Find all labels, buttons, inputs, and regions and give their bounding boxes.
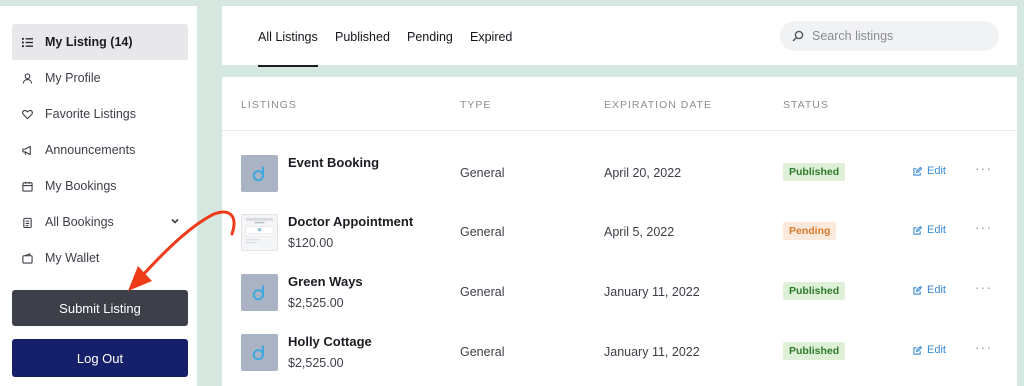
edit-label: Edit	[927, 224, 946, 236]
status-badge: Published	[783, 163, 846, 181]
edit-icon	[913, 166, 922, 176]
tab-pending[interactable]: Pending	[407, 30, 453, 44]
tab-all-listings[interactable]: All Listings	[258, 30, 318, 67]
more-options-icon[interactable]: ···	[975, 160, 992, 176]
listing-logo-icon	[252, 166, 264, 181]
list-icon	[20, 35, 34, 49]
listing-expiration: April 5, 2022	[604, 225, 675, 239]
listing-type: General	[460, 285, 505, 299]
search-box[interactable]	[780, 21, 999, 51]
status-badge: Pending	[783, 222, 837, 240]
edit-link[interactable]: Edit	[913, 344, 946, 356]
tab-expired[interactable]: Expired	[470, 30, 512, 44]
edit-icon	[913, 225, 922, 235]
listing-thumbnail[interactable]	[241, 334, 278, 371]
column-header-expiration: EXPIRATION DATE	[604, 99, 712, 111]
listing-type: General	[460, 225, 505, 239]
listing-type: General	[460, 166, 505, 180]
sidebar-item-label: All Bookings	[45, 215, 114, 229]
table-row: Doctor Appointment $120.00 General April…	[222, 214, 1017, 274]
edit-icon	[913, 285, 922, 295]
more-options-icon[interactable]: ···	[975, 219, 992, 235]
log-out-button[interactable]: Log Out	[12, 339, 188, 377]
listing-thumbnail[interactable]	[241, 214, 278, 251]
edit-label: Edit	[927, 344, 946, 356]
heart-icon	[20, 107, 34, 121]
sidebar-item-all-bookings[interactable]: All Bookings	[12, 204, 188, 240]
sidebar-item-label: Favorite Listings	[45, 107, 137, 121]
edit-label: Edit	[927, 284, 946, 296]
listing-expiration: January 11, 2022	[604, 285, 700, 299]
sidebar-item-label: My Wallet	[45, 251, 100, 265]
listing-thumbnail[interactable]	[241, 274, 278, 311]
sidebar-item-favorite-listings[interactable]: Favorite Listings	[12, 96, 188, 132]
listing-thumbnail[interactable]	[241, 155, 278, 192]
header-divider	[222, 130, 1017, 131]
status-badge: Published	[783, 282, 846, 300]
listing-tabs-bar: All Listings Published Pending Expired	[222, 6, 1017, 67]
sidebar-item-announcements[interactable]: Announcements	[12, 132, 188, 168]
listing-preview-image	[245, 217, 274, 244]
sidebar-item-my-listing[interactable]: My Listing (14)	[12, 24, 188, 60]
sidebar-item-my-bookings[interactable]: My Bookings	[12, 168, 188, 204]
search-icon	[792, 30, 804, 42]
edit-label: Edit	[927, 165, 946, 177]
table-row: Holly Cottage $2,525.00 General January …	[222, 334, 1017, 386]
sidebar-item-my-profile[interactable]: My Profile	[12, 60, 188, 96]
column-header-listings: LISTINGS	[241, 99, 297, 111]
status-badge: Published	[783, 342, 846, 360]
user-icon	[20, 71, 34, 85]
edit-link[interactable]: Edit	[913, 224, 946, 236]
calendar-icon	[20, 179, 34, 193]
sidebar-item-label: My Bookings	[45, 179, 117, 193]
column-header-type: TYPE	[460, 99, 492, 111]
submit-listing-button[interactable]: Submit Listing	[12, 290, 188, 326]
sidebar-item-label: Announcements	[45, 143, 136, 157]
listing-price: $2,525.00	[288, 296, 344, 310]
edit-link[interactable]: Edit	[913, 284, 946, 296]
listing-expiration: January 11, 2022	[604, 345, 700, 359]
sidebar-item-label: My Profile	[45, 71, 101, 85]
listing-logo-icon	[252, 285, 264, 300]
listing-title[interactable]: Doctor Appointment	[288, 214, 413, 229]
tab-published[interactable]: Published	[335, 30, 390, 44]
more-options-icon[interactable]: ···	[975, 339, 992, 355]
listing-expiration: April 20, 2022	[604, 166, 682, 180]
table-row: Green Ways $2,525.00 General January 11,…	[222, 274, 1017, 334]
listing-title[interactable]: Green Ways	[288, 274, 363, 289]
listing-price: $120.00	[288, 236, 334, 250]
table-row: Event Booking General April 20, 2022 Pub…	[222, 155, 1017, 215]
sidebar-item-label: My Listing (14)	[45, 35, 133, 49]
listing-type: General	[460, 345, 505, 359]
listing-price: $2,525.00	[288, 356, 344, 370]
edit-link[interactable]: Edit	[913, 165, 946, 177]
search-input[interactable]	[812, 29, 982, 43]
listing-title[interactable]: Event Booking	[288, 155, 379, 170]
sidebar: My Listing (14) My Profile Favorite List…	[0, 6, 197, 386]
listing-title[interactable]: Holly Cottage	[288, 334, 372, 349]
edit-icon	[913, 345, 922, 355]
wallet-icon	[20, 251, 34, 265]
listing-logo-icon	[252, 345, 264, 360]
clipboard-icon	[20, 215, 34, 229]
column-header-status: STATUS	[783, 99, 829, 111]
megaphone-icon	[20, 143, 34, 157]
more-options-icon[interactable]: ···	[975, 279, 992, 295]
listings-table: LISTINGS TYPE EXPIRATION DATE STATUS Eve…	[222, 77, 1017, 386]
chevron-down-icon[interactable]	[170, 216, 180, 226]
sidebar-item-my-wallet[interactable]: My Wallet	[12, 240, 188, 276]
